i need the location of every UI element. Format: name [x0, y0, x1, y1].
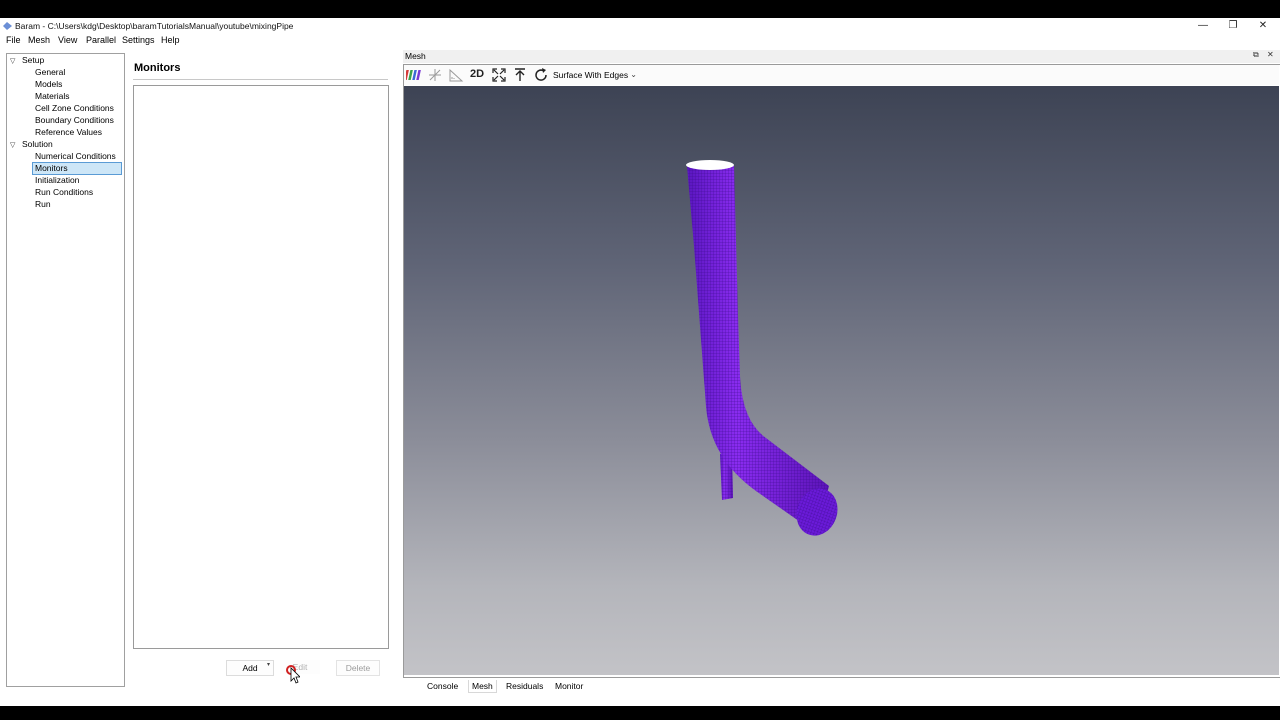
screen-bottom-bar [0, 706, 1280, 720]
tree-item-monitors[interactable]: Monitors [32, 162, 122, 175]
tree-item-models[interactable]: Models [35, 79, 62, 90]
solution-expand-icon[interactable]: ▽ [10, 141, 15, 149]
render-mode-value: Surface With Edges [553, 70, 629, 80]
main-pipe [686, 160, 838, 536]
ruler-icon[interactable] [448, 67, 464, 83]
float-dock-button[interactable]: ⧉ [1253, 50, 1259, 60]
menu-parallel[interactable]: Parallel [86, 35, 116, 45]
chevron-down-icon: ⌄ [630, 70, 637, 79]
setup-expand-icon[interactable]: ▽ [10, 57, 15, 65]
axis-color-icon[interactable] [406, 67, 422, 83]
fit-view-icon[interactable] [491, 67, 507, 83]
tree-item-boundary-conditions[interactable]: Boundary Conditions [35, 115, 114, 126]
tree-item-initialization[interactable]: Initialization [35, 175, 79, 186]
tree-item-reference-values[interactable]: Reference Values [35, 127, 102, 138]
view-up-icon[interactable] [512, 67, 528, 83]
tab-console[interactable]: Console [424, 680, 461, 692]
tree-item-run-conditions[interactable]: Run Conditions [35, 187, 93, 198]
menu-settings[interactable]: Settings [122, 35, 155, 45]
menu-file[interactable]: File [6, 35, 21, 45]
tree-group-setup[interactable]: Setup [22, 55, 44, 66]
mouse-cursor-icon [286, 665, 300, 684]
mesh-dock-title: Mesh [405, 51, 426, 61]
window-title: Baram - C:\Users\kdg\Desktop\baramTutori… [15, 21, 294, 31]
monitor-list[interactable] [133, 85, 389, 649]
axes-icon[interactable] [427, 67, 443, 83]
title-bar: Baram - C:\Users\kdg\Desktop\baramTutori… [0, 18, 1280, 34]
refresh-icon[interactable] [533, 67, 549, 83]
close-window-button[interactable]: ✕ [1248, 18, 1278, 34]
tree-item-general[interactable]: General [35, 67, 65, 78]
menu-help[interactable]: Help [161, 35, 180, 45]
tree-item-materials[interactable]: Materials [35, 91, 69, 102]
tree-group-solution[interactable]: Solution [22, 139, 53, 150]
menu-view[interactable]: View [58, 35, 77, 45]
menu-bar: File Mesh View Parallel Settings Help [0, 34, 1280, 48]
add-menu-arrow-icon[interactable]: ▾ [267, 661, 270, 668]
tree-item-cell-zone-conditions[interactable]: Cell Zone Conditions [35, 103, 114, 114]
tab-residuals[interactable]: Residuals [503, 680, 546, 692]
tree-item-run[interactable]: Run [35, 199, 51, 210]
tab-monitor[interactable]: Monitor [552, 680, 586, 692]
app-logo-icon [3, 22, 12, 30]
menu-mesh[interactable]: Mesh [28, 35, 50, 45]
mesh-3d-viewport[interactable] [404, 86, 1279, 675]
restore-button[interactable]: ❐ [1218, 18, 1248, 34]
delete-button[interactable]: Delete [336, 660, 380, 676]
screen-top-bar [0, 0, 1280, 18]
title-divider [133, 79, 388, 80]
page-title: Monitors [134, 62, 181, 74]
minimize-button[interactable]: — [1188, 18, 1218, 34]
close-dock-button[interactable]: ✕ [1267, 50, 1274, 59]
tab-mesh[interactable]: Mesh [468, 680, 497, 693]
pipe-mesh-render [686, 160, 838, 536]
render-mode-select[interactable]: Surface With Edges ⌄ [553, 68, 639, 82]
mesh-dock-header [403, 50, 1280, 63]
2d-toggle-button[interactable]: 2D [470, 68, 484, 80]
tree-item-numerical-conditions[interactable]: Numerical Conditions [35, 151, 116, 162]
